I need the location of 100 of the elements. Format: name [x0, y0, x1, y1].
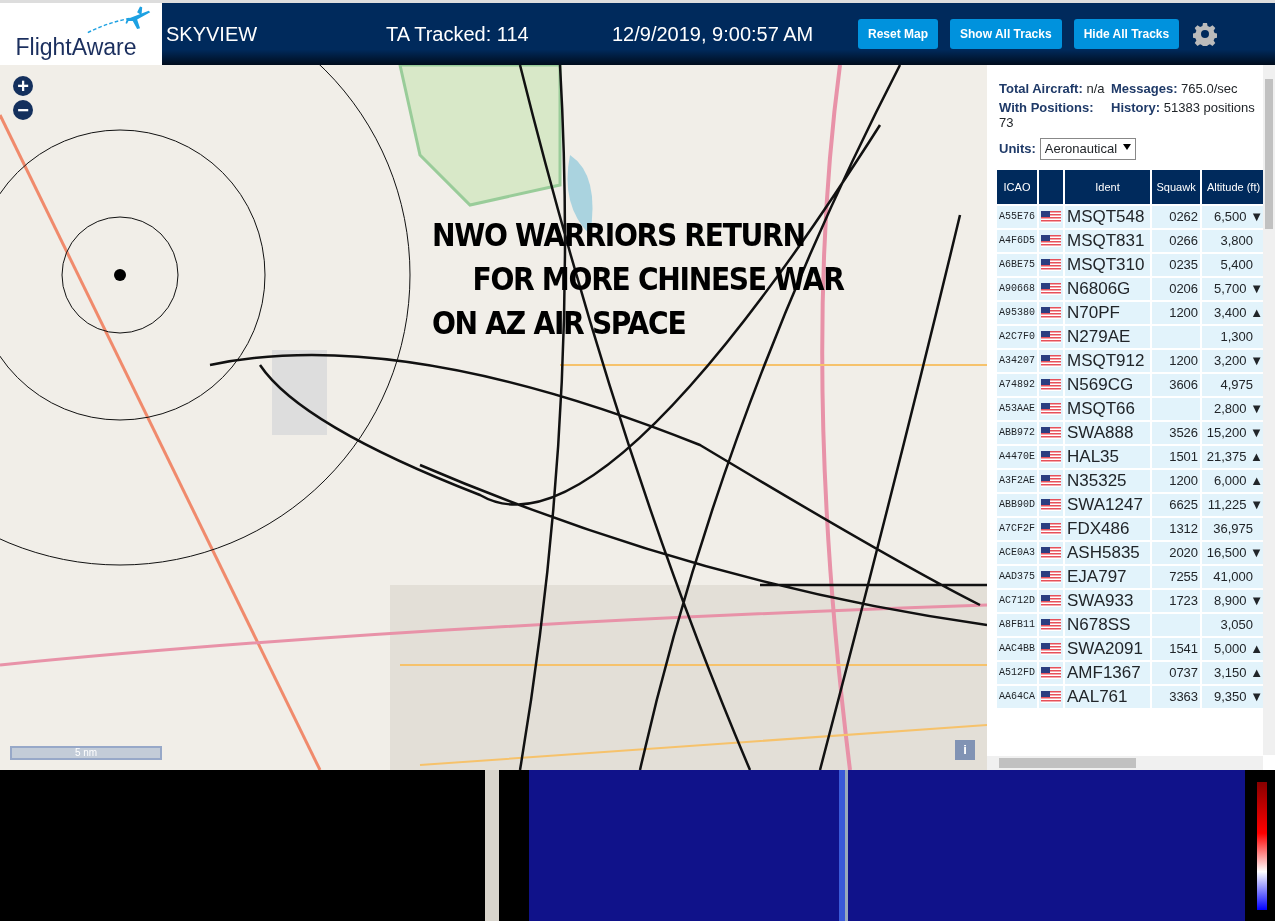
- table-cell: A74892: [997, 373, 1037, 396]
- units-dropdown[interactable]: Aeronautical: [1039, 138, 1137, 160]
- table-cell: AAD375: [997, 565, 1037, 588]
- table-cell: N279AE: [1065, 325, 1151, 348]
- table-cell: SWA933: [1065, 589, 1151, 612]
- table-cell: 1541: [1152, 637, 1201, 660]
- logo: FlightAware: [15, 35, 137, 59]
- table-cell: 3,050: [1202, 613, 1265, 636]
- settings-icon[interactable]: [1193, 22, 1218, 46]
- column-header[interactable]: [1039, 169, 1063, 204]
- table-cell: 15,200 ▼: [1202, 421, 1265, 444]
- table-cell: N70PF: [1065, 301, 1151, 324]
- table-cell: FDX486: [1065, 517, 1151, 540]
- flag-icon: [1041, 403, 1061, 416]
- table-cell: 5,000 ▲: [1202, 637, 1265, 660]
- table-cell: MSQT548: [1065, 205, 1151, 228]
- table-cell: A8FB11: [997, 613, 1037, 636]
- flag-icon: [1041, 355, 1061, 368]
- table-cell: 1,300: [1202, 325, 1265, 348]
- table-cell: A4470E: [997, 445, 1037, 468]
- flag-icon: [1041, 571, 1061, 584]
- table-cell: 1200: [1152, 469, 1201, 492]
- table-cell: 1200: [1152, 301, 1201, 324]
- table-cell: MSQT912: [1065, 349, 1151, 372]
- table-cell: 6,000 ▲: [1202, 469, 1265, 492]
- table-cell: 36,975: [1202, 517, 1265, 540]
- airplane-icon: [86, 5, 152, 34]
- flag-icon: [1041, 499, 1061, 512]
- stat-text: History: 51383 positions: [1111, 100, 1256, 117]
- table-cell: A95380: [997, 301, 1037, 324]
- table-cell: A2C7F0: [997, 325, 1037, 348]
- table-cell: 1723: [1152, 589, 1201, 612]
- table-cell: AC712D: [997, 589, 1037, 612]
- table-cell: 3,200 ▼: [1202, 349, 1265, 372]
- table-cell: 3363: [1152, 685, 1201, 708]
- stat-text: With Positions: 73: [999, 100, 1095, 130]
- table-cell: 11,225 ▼: [1202, 493, 1265, 516]
- stat-text: Total Aircraft: n/a: [999, 81, 1106, 96]
- table-cell: AA64CA: [997, 685, 1037, 708]
- flag-icon: [1041, 595, 1061, 608]
- flag-icon: [1041, 619, 1061, 632]
- table-cell: 2020: [1152, 541, 1201, 564]
- table-cell: N678SS: [1065, 613, 1151, 636]
- table-cell: MSQT66: [1065, 397, 1151, 420]
- table-cell: A512FD: [997, 661, 1037, 684]
- table-cell: 3,400 ▲: [1202, 301, 1265, 324]
- table-cell: 3526: [1152, 421, 1201, 444]
- table-cell: ABB972: [997, 421, 1037, 444]
- scrollbar[interactable]: [1263, 65, 1275, 755]
- splitter[interactable]: [485, 770, 499, 921]
- table-cell: AAL761: [1065, 685, 1151, 708]
- table-cell: 5,700 ▼: [1202, 277, 1265, 300]
- table-cell: 5,400: [1202, 253, 1265, 276]
- table-cell: 6,500 ▼: [1202, 205, 1265, 228]
- column-header[interactable]: Altitude (ft): [1202, 169, 1265, 204]
- table-cell: 6625: [1152, 493, 1201, 516]
- table-cell: A34207: [997, 349, 1037, 372]
- table-cell: 41,000: [1202, 565, 1265, 588]
- column-header[interactable]: Squawk: [1152, 169, 1201, 204]
- column-header[interactable]: ICAO: [997, 169, 1037, 204]
- app-title: SKYVIEW: [166, 22, 259, 47]
- flag-icon: [1041, 331, 1061, 344]
- flag-icon: [1041, 691, 1061, 704]
- table-cell: A90668: [997, 277, 1037, 300]
- table-cell: A4F6D5: [997, 229, 1037, 252]
- table-cell: 3,800: [1202, 229, 1265, 252]
- table-cell: N569CG: [1065, 373, 1151, 396]
- flag-icon: [1041, 547, 1061, 560]
- table-cell: 9,350 ▼: [1202, 685, 1265, 708]
- flag-icon: [1041, 259, 1061, 272]
- flag-icon: [1041, 235, 1061, 248]
- table-cell: A3F2AE: [997, 469, 1037, 492]
- table-cell: 1501: [1152, 445, 1201, 468]
- tracked-count: TA Tracked: 114: [386, 22, 530, 47]
- table-cell: 0266: [1152, 229, 1201, 252]
- flag-icon: [1041, 307, 1061, 320]
- table-cell: 3606: [1152, 373, 1201, 396]
- table-cell: HAL35: [1065, 445, 1151, 468]
- units-label: Units:: [999, 140, 1036, 158]
- table-cell: ASH5835: [1065, 541, 1151, 564]
- table-cell: AMF1367: [1065, 661, 1151, 684]
- table-cell: N6806G: [1065, 277, 1151, 300]
- table-cell: A55E76: [997, 205, 1037, 228]
- table-cell: 0206: [1152, 277, 1201, 300]
- table-cell: MSQT310: [1065, 253, 1151, 276]
- table-cell: EJA797: [1065, 565, 1151, 588]
- table-cell: 1312: [1152, 517, 1201, 540]
- date-time: 12/9/2019, 9:00:57 AM: [612, 22, 815, 47]
- flag-icon: [1041, 451, 1061, 464]
- table-cell: 7255: [1152, 565, 1201, 588]
- flag-icon: [1041, 667, 1061, 680]
- flag-icon: [1041, 427, 1061, 440]
- scrollbar[interactable]: [987, 756, 1263, 770]
- table-cell: MSQT831: [1065, 229, 1151, 252]
- table-cell: 0737: [1152, 661, 1201, 684]
- table-cell: 0262: [1152, 205, 1201, 228]
- flag-icon: [1041, 643, 1061, 656]
- column-header[interactable]: Ident: [1065, 169, 1151, 204]
- table-cell: 1200: [1152, 349, 1201, 372]
- flag-icon: [1041, 283, 1061, 296]
